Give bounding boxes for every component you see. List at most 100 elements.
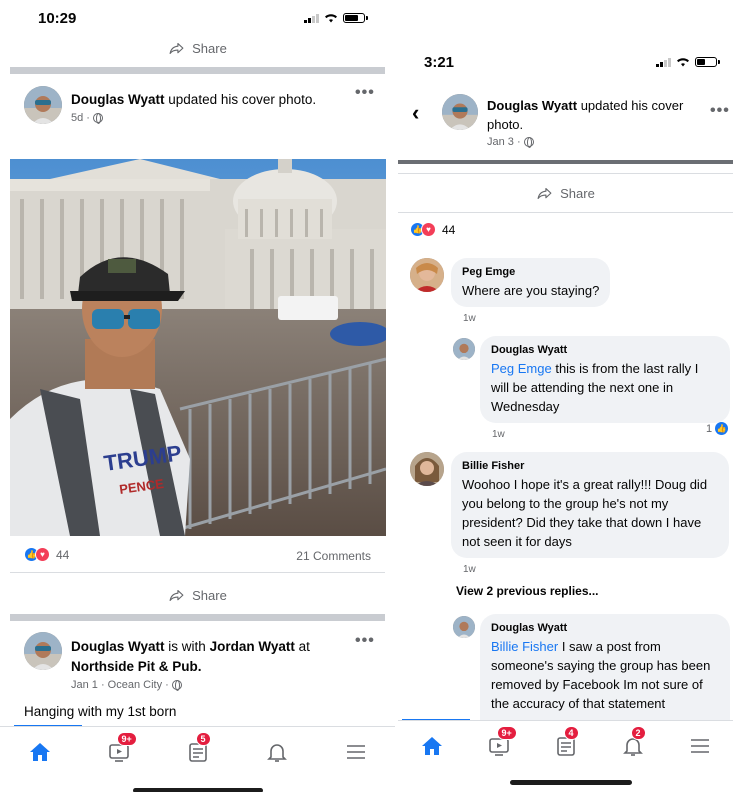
tab-menu[interactable] xyxy=(680,729,720,763)
signal-icon xyxy=(304,13,319,23)
notification-badge: 9+ xyxy=(496,725,517,740)
home-indicator xyxy=(133,788,263,792)
comment-bubble[interactable]: Douglas Wyatt Billie Fisher I saw a post… xyxy=(480,614,730,720)
comment-text: Billie Fisher I saw a post from someone'… xyxy=(491,637,719,713)
bell-icon xyxy=(266,743,287,762)
tab-home[interactable] xyxy=(412,729,452,763)
share-icon xyxy=(169,42,184,54)
commenter-avatar[interactable] xyxy=(410,452,444,486)
view-previous-replies-link[interactable]: View 2 previous replies... xyxy=(456,584,599,598)
author-name[interactable]: Douglas Wyatt xyxy=(71,639,165,654)
post-header: Douglas Wyatt updated his cover photo. 5… xyxy=(71,90,356,124)
commenter-avatar[interactable] xyxy=(453,338,475,360)
left-phone-screenshot: 10:29 Share Douglas Wyatt updated his co… xyxy=(0,0,395,792)
bottom-tab-bar: 9+ 5 xyxy=(0,726,395,776)
comment-bubble[interactable]: Billie Fisher Woohoo I hope it's a great… xyxy=(451,452,729,558)
tab-watch[interactable]: 9+ xyxy=(479,725,519,763)
avatar[interactable] xyxy=(442,94,478,130)
comment-like-count[interactable]: 1 👍 xyxy=(706,422,729,435)
mention-link[interactable]: Peg Emge xyxy=(491,361,552,376)
like-count-number: 1 xyxy=(706,422,713,435)
tab-feeds[interactable]: 4 xyxy=(546,725,586,763)
comment-time: 1w xyxy=(492,429,505,440)
cover-photo-strip xyxy=(398,160,733,164)
commenter-avatar[interactable] xyxy=(453,616,475,638)
status-icons xyxy=(656,57,720,67)
separator xyxy=(398,173,733,174)
post-time[interactable]: Jan 3 · xyxy=(487,136,521,148)
reaction-icons: 👍 ♥ xyxy=(410,222,436,237)
separator xyxy=(10,572,385,573)
share-label: Share xyxy=(192,40,227,56)
comment-bubble[interactable]: Peg Emge Where are you staying? xyxy=(451,258,611,307)
comment-bubble[interactable]: Douglas Wyatt Peg Emge this is from the … xyxy=(480,336,730,423)
tab-watch[interactable]: 9+ xyxy=(99,731,139,769)
comment: Peg Emge Where are you staying? 1w xyxy=(451,258,611,324)
status-bar: 10:29 xyxy=(0,0,395,36)
notification-badge: 2 xyxy=(630,725,646,740)
tagged-person[interactable]: Jordan Wyatt xyxy=(210,639,295,654)
more-options-icon[interactable]: ••• xyxy=(355,632,375,650)
tab-menu[interactable] xyxy=(336,735,376,769)
reactions-summary[interactable]: 👍 ♥ 44 xyxy=(410,222,455,237)
comment-text: Woohoo I hope it's a great rally!!! Doug… xyxy=(462,477,708,549)
battery-icon xyxy=(695,57,720,67)
tab-home[interactable] xyxy=(20,735,60,769)
status-time: 10:29 xyxy=(38,9,77,27)
menu-icon xyxy=(346,744,365,759)
commenter-name[interactable]: Douglas Wyatt xyxy=(491,343,719,358)
comment-text: Peg Emge this is from the last rally I w… xyxy=(491,359,719,416)
place-name[interactable]: Northside Pit & Pub. xyxy=(71,659,202,674)
post-divider xyxy=(10,67,385,74)
status-icons xyxy=(304,13,368,23)
post-meta: Jan 1 · Ocean City · xyxy=(71,679,356,691)
status-bar: 3:21 xyxy=(398,44,733,80)
tab-notifications[interactable] xyxy=(257,735,297,769)
notification-badge: 9+ xyxy=(116,731,137,746)
home-icon xyxy=(29,742,50,761)
share-button[interactable]: Share xyxy=(0,584,395,606)
post-at-text: at xyxy=(298,639,310,654)
comment-reply: Douglas Wyatt Billie Fisher I saw a post… xyxy=(480,614,730,720)
reactions-count: 44 xyxy=(56,547,70,562)
back-arrow-icon[interactable]: ‹ xyxy=(412,100,419,126)
author-name[interactable]: Douglas Wyatt xyxy=(487,98,577,113)
tab-feeds[interactable]: 5 xyxy=(178,731,218,769)
avatar[interactable] xyxy=(24,632,62,670)
more-options-icon[interactable]: ••• xyxy=(355,84,375,102)
post-time[interactable]: Jan 1 · Ocean City · xyxy=(71,679,169,691)
capitol-selfie-image: TRUMP PENCE xyxy=(10,159,386,536)
comment-reply: Douglas Wyatt Peg Emge this is from the … xyxy=(480,336,730,440)
comment: Billie Fisher Woohoo I hope it's a great… xyxy=(451,452,729,575)
home-icon xyxy=(421,736,442,755)
love-reaction-icon: ♥ xyxy=(35,547,50,562)
commenter-name[interactable]: Douglas Wyatt xyxy=(491,621,719,636)
post-title: Douglas Wyatt is with Jordan Wyatt at No… xyxy=(71,637,356,677)
post-caption: Hanging with my 1st born xyxy=(24,704,177,719)
share-icon xyxy=(169,589,184,601)
share-button-top[interactable]: Share xyxy=(0,38,395,58)
commenter-name[interactable]: Peg Emge xyxy=(462,265,599,280)
share-icon xyxy=(537,187,552,199)
comment-time: 1w xyxy=(463,564,476,575)
mention-link[interactable]: Billie Fisher xyxy=(491,639,558,654)
author-name[interactable]: Douglas Wyatt xyxy=(71,92,165,107)
reactions-summary[interactable]: 👍 ♥ 44 xyxy=(24,547,69,562)
post-meta: Jan 3 · xyxy=(487,136,687,148)
share-button[interactable]: Share xyxy=(398,183,733,203)
avatar[interactable] xyxy=(24,86,62,124)
tab-notifications[interactable]: 2 xyxy=(613,725,653,763)
post-title: Douglas Wyatt updated his cover photo. xyxy=(71,90,356,110)
cover-photo[interactable]: TRUMP PENCE xyxy=(10,159,386,536)
post-header: Douglas Wyatt updated his cover photo. J… xyxy=(487,96,687,148)
commenter-avatar[interactable] xyxy=(410,258,444,292)
post-meta: 5d · xyxy=(71,112,356,124)
commenter-name[interactable]: Billie Fisher xyxy=(462,459,718,474)
signal-icon xyxy=(656,57,671,67)
globe-icon xyxy=(171,680,182,691)
post-time[interactable]: 5d · xyxy=(71,112,90,124)
more-options-icon[interactable]: ••• xyxy=(710,102,730,120)
comments-count[interactable]: 21 Comments xyxy=(296,549,371,563)
like-reaction-icon: 👍 xyxy=(715,422,729,435)
share-label: Share xyxy=(192,587,227,603)
